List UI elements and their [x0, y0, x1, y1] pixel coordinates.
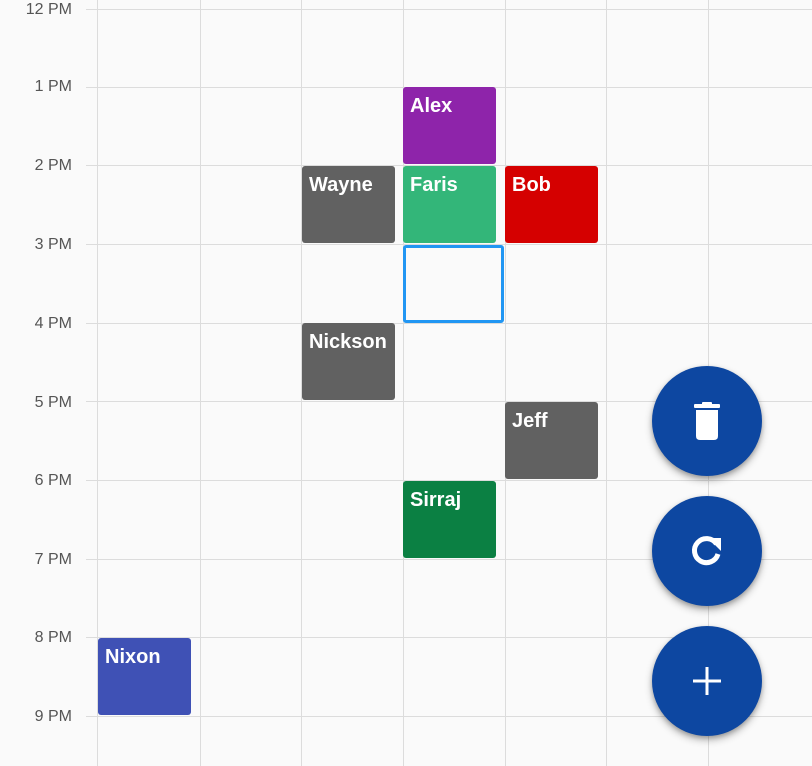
time-label-8pm: 8 PM: [34, 629, 72, 646]
delete-button[interactable]: [652, 366, 762, 476]
time-label-7pm: 7 PM: [34, 551, 72, 568]
time-label-4pm: 4 PM: [34, 315, 72, 332]
time-label-6pm: 6 PM: [34, 472, 72, 489]
time-label-2pm: 2 PM: [34, 157, 72, 174]
day-gridline: [606, 0, 607, 766]
plus-icon: [693, 667, 721, 695]
event-title: Wayne: [309, 174, 373, 196]
event-alex[interactable]: Alex: [403, 87, 496, 164]
event-title: Sirraj: [410, 489, 462, 511]
event-nixon[interactable]: Nixon: [98, 638, 191, 715]
day-gridline: [200, 0, 201, 766]
day-gridline: [505, 0, 506, 766]
time-label-5pm: 5 PM: [34, 394, 72, 411]
event-jeff[interactable]: Jeff: [505, 402, 598, 479]
event-bob[interactable]: Bob: [505, 166, 598, 243]
refresh-icon: [692, 536, 721, 566]
event-wayne[interactable]: Wayne: [302, 166, 395, 243]
event-title: Jeff: [512, 410, 548, 432]
event-title: Bob: [512, 174, 551, 196]
trash-icon: [694, 402, 720, 440]
refresh-button[interactable]: [652, 496, 762, 606]
time-label-1pm: 1 PM: [34, 78, 72, 95]
hour-gridline: [86, 323, 812, 324]
event-title: Faris: [410, 174, 458, 196]
time-label-9pm: 9 PM: [34, 708, 72, 725]
event-faris[interactable]: Faris: [403, 166, 496, 243]
event-title: Nickson: [309, 331, 387, 353]
event-nickson[interactable]: Nickson: [302, 323, 395, 400]
event-title: Alex: [410, 95, 453, 117]
time-label-3pm: 3 PM: [34, 236, 72, 253]
hour-gridline: [86, 9, 812, 10]
add-button[interactable]: [652, 626, 762, 736]
selected-time-slot[interactable]: [403, 245, 504, 323]
time-label-12pm: 12 PM: [25, 1, 72, 18]
event-title: Nixon: [105, 646, 161, 668]
event-sirraj[interactable]: Sirraj: [403, 481, 496, 558]
